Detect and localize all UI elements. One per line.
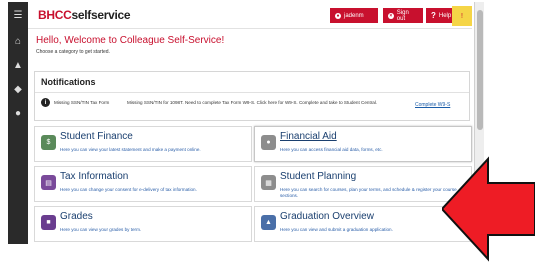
document-icon: ▤ <box>41 175 56 190</box>
card-student-planning[interactable]: ▦ Student Planning Here you can search f… <box>254 166 472 202</box>
card-desc: Here you can search for courses, plan yo… <box>280 187 457 198</box>
card-financial-aid[interactable]: ● Financial Aid Here you can access fina… <box>254 126 472 162</box>
user-name: jadenm <box>344 12 364 19</box>
menu-icon[interactable]: ☰ <box>11 8 25 22</box>
card-title: Financial Aid <box>280 131 337 142</box>
page-title: Hello, Welcome to Colleague Self-Service… <box>36 35 225 46</box>
card-desc: Here you can change your consent for e-d… <box>60 187 197 192</box>
piggy-bank-icon[interactable]: ● <box>11 106 25 120</box>
logo-part-2: selfservice <box>71 8 131 22</box>
sidebar: ☰ ⌂ ▲ ◆ ● <box>8 2 28 244</box>
card-title: Tax Information <box>60 171 129 182</box>
card-title: Student Finance <box>60 131 133 142</box>
card-title: Student Planning <box>280 171 357 182</box>
info-icon: i <box>41 98 50 107</box>
graduation-cap-icon[interactable]: ◆ <box>11 82 25 96</box>
graduation-icon: ▲ <box>261 215 276 230</box>
card-desc: Here you can access financial aid data, … <box>280 147 383 152</box>
grades-icon: ■ <box>41 215 56 230</box>
user-menu-button[interactable]: ● jadenm <box>330 8 378 23</box>
red-pointer-arrow-icon <box>442 156 535 262</box>
help-label: Help <box>438 12 452 19</box>
header: BHCCselfservice ● jadenm × Sign out ? He… <box>28 2 472 29</box>
card-title: Graduation Overview <box>280 211 374 222</box>
logo[interactable]: BHCCselfservice <box>38 8 131 22</box>
sign-out-label: Sign out <box>396 9 409 22</box>
piggy-bank-icon: ● <box>261 135 276 150</box>
home-icon[interactable]: ⌂ <box>11 34 25 48</box>
scrollbar-thumb[interactable] <box>477 10 483 130</box>
notification-label: Missing SSN/TIN Tax Form <box>54 100 110 105</box>
alert-button[interactable]: ! <box>452 6 472 26</box>
card-desc: Here you can view your latest statement … <box>60 147 201 152</box>
divider <box>35 92 469 93</box>
card-tax-information[interactable]: ▤ Tax Information Here you can change yo… <box>34 166 252 202</box>
notification-message: Missing SSN/TIN for 1098T. Need to compl… <box>127 100 378 105</box>
notifications-title: Notifications <box>41 77 96 87</box>
card-desc: Here you can view and submit a graduatio… <box>280 227 393 232</box>
calendar-icon: ▦ <box>261 175 276 190</box>
card-student-finance[interactable]: $ Student Finance Here you can view your… <box>34 126 252 162</box>
close-icon: × <box>388 12 394 19</box>
sign-out-button[interactable]: × Sign out <box>383 8 423 23</box>
help-button[interactable]: ? Help <box>426 8 452 23</box>
notifications-panel: Notifications i Missing SSN/TIN Tax Form… <box>34 71 470 121</box>
card-grades[interactable]: ■ Grades Here you can view your grades b… <box>34 206 252 242</box>
page-subtitle: Choose a category to get started. <box>36 49 110 55</box>
question-icon: ? <box>431 11 436 20</box>
card-title: Grades <box>60 211 93 222</box>
browser-viewport: ☰ ⌂ ▲ ◆ ● BHCCselfservice ● jadenm × Sig… <box>8 2 484 244</box>
dollar-icon: $ <box>41 135 56 150</box>
arrow-shape <box>442 156 535 262</box>
bank-icon[interactable]: ▲ <box>11 58 25 72</box>
user-icon: ● <box>335 12 341 19</box>
alert-icon: ! <box>461 12 463 20</box>
logo-part-1: BHCC <box>38 8 72 22</box>
card-graduation-overview[interactable]: ▲ Graduation Overview Here you can view … <box>254 206 472 242</box>
card-desc: Here you can view your grades by term. <box>60 227 142 232</box>
complete-w9s-link[interactable]: Complete W9-S <box>415 102 450 108</box>
